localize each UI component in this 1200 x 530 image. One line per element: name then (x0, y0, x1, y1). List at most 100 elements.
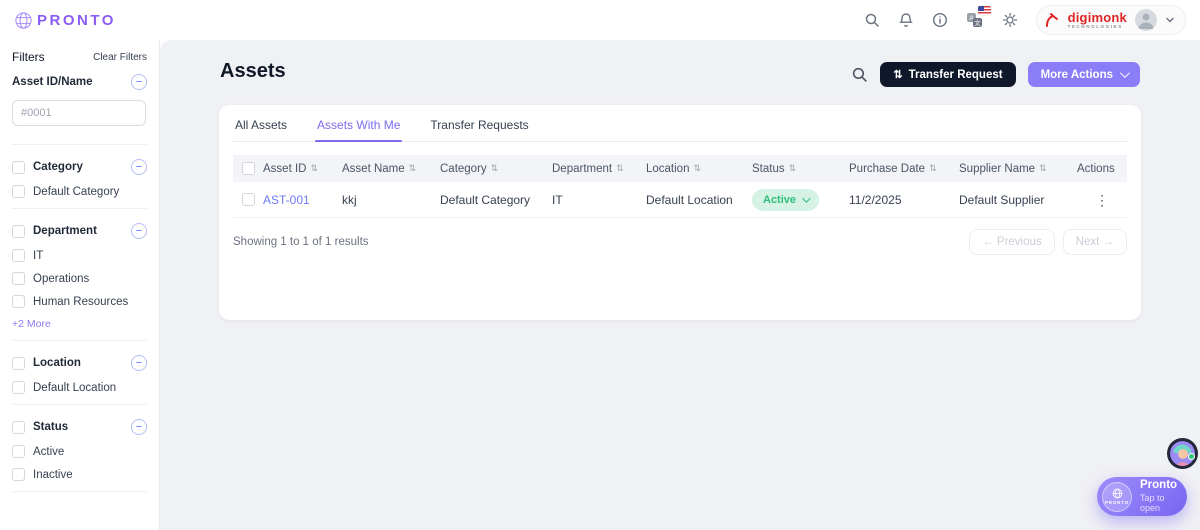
notifications-bell-icon[interactable] (898, 12, 914, 28)
option-human-resources: Human Resources (33, 296, 128, 308)
col-supplier-name[interactable]: Supplier Name⇅ (959, 163, 1077, 175)
pronto-chat-launcher[interactable]: PRONTO Pronto Tap to open (1097, 477, 1187, 516)
default-category-checkbox[interactable] (12, 185, 25, 198)
collapse-asset-filter-button[interactable]: − (131, 74, 147, 90)
svg-text:文: 文 (974, 18, 981, 27)
sort-icon[interactable]: ⇅ (409, 163, 417, 174)
category-cell: Default Category (440, 193, 552, 207)
online-status-dot (1188, 453, 1195, 460)
filters-sidebar: Filters Clear Filters Asset ID/Name − Ca… (0, 40, 160, 530)
tab-assets-with-me[interactable]: Assets With Me (315, 118, 402, 141)
page-actions: ⇅ Transfer Request More Actions (851, 62, 1140, 87)
active-checkbox[interactable] (12, 445, 25, 458)
department-checkbox[interactable] (12, 225, 25, 238)
collapse-department-button[interactable]: − (131, 223, 147, 239)
top-bar-actions: A 文 digimonk TECHNOLOGIES (864, 5, 1186, 35)
category-section-label: Category (33, 161, 83, 173)
row-actions-kebab-icon[interactable]: ⋮ (1089, 191, 1115, 209)
supplier-name-cell: Default Supplier (959, 193, 1077, 207)
tab-transfer-requests[interactable]: Transfer Requests (428, 118, 530, 141)
pronto-fab-logo: PRONTO (1102, 482, 1132, 512)
collapse-location-button[interactable]: − (131, 355, 147, 371)
results-summary: Showing 1 to 1 of 1 results (233, 236, 369, 248)
status-badge[interactable]: Active (752, 189, 819, 211)
sort-icon[interactable]: ⇅ (789, 163, 797, 174)
assets-search-icon[interactable] (851, 66, 868, 83)
asset-id-name-label: Asset ID/Name (12, 76, 93, 88)
account-menu[interactable]: digimonk TECHNOLOGIES (1036, 5, 1186, 35)
divider (12, 491, 147, 492)
department-cell: IT (552, 193, 646, 207)
select-all-checkbox[interactable] (242, 162, 255, 175)
sort-icon[interactable]: ⇅ (693, 163, 701, 174)
more-actions-button[interactable]: More Actions (1028, 62, 1140, 87)
user-avatar[interactable] (1135, 9, 1157, 31)
collapse-status-button[interactable]: − (131, 419, 147, 435)
location-checkbox[interactable] (12, 357, 25, 370)
globe-logo-icon (14, 11, 33, 30)
divider (12, 144, 147, 145)
sort-icon[interactable]: ⇅ (616, 163, 624, 174)
option-operations: Operations (33, 273, 89, 285)
col-asset-id[interactable]: Asset ID⇅ (263, 163, 342, 175)
option-default-category: Default Category (33, 186, 119, 198)
filters-title: Filters (12, 50, 45, 64)
status-checkbox[interactable] (12, 421, 25, 434)
search-icon[interactable] (864, 12, 880, 28)
purchase-date-cell: 11/2/2025 (849, 193, 959, 207)
default-location-checkbox[interactable] (12, 381, 25, 394)
previous-button[interactable]: ← Previous (969, 229, 1054, 255)
info-icon[interactable] (932, 12, 948, 28)
table-header: Asset ID⇅ Asset Name⇅ Category⇅ Departme… (233, 155, 1127, 182)
department-more-link[interactable]: +2 More (12, 318, 51, 330)
option-active: Active (33, 446, 64, 458)
assets-card: All Assets Assets With Me Transfer Reque… (219, 105, 1141, 320)
category-checkbox[interactable] (12, 161, 25, 174)
sort-icon[interactable]: ⇅ (491, 163, 499, 174)
app-logo-text: PRONTO (37, 12, 116, 29)
tab-all-assets[interactable]: All Assets (233, 118, 289, 141)
col-category[interactable]: Category⇅ (440, 163, 552, 175)
pagination: Showing 1 to 1 of 1 results ← Previous N… (233, 229, 1127, 255)
chevron-down-icon (1165, 15, 1175, 25)
chevron-down-icon (1120, 68, 1130, 78)
location-section-label: Location (33, 357, 81, 369)
option-it: IT (33, 250, 43, 262)
operations-checkbox[interactable] (12, 272, 25, 285)
human-resources-checkbox[interactable] (12, 295, 25, 308)
theme-sun-icon[interactable] (1002, 12, 1018, 28)
col-location[interactable]: Location⇅ (646, 163, 752, 175)
inactive-checkbox[interactable] (12, 468, 25, 481)
next-button[interactable]: Next → (1063, 229, 1127, 255)
col-asset-name[interactable]: Asset Name⇅ (342, 163, 440, 175)
col-department[interactable]: Department⇅ (552, 163, 646, 175)
divider (12, 208, 147, 209)
digimonk-wordmark: digimonk TECHNOLOGIES (1068, 11, 1127, 30)
chevron-down-icon (802, 194, 810, 202)
clear-filters-button[interactable]: Clear Filters (93, 52, 147, 63)
collapse-category-button[interactable]: − (131, 159, 147, 175)
sort-icon[interactable]: ⇅ (1039, 163, 1047, 174)
asset-name-cell: kkj (342, 193, 440, 207)
table-row: AST-001 kkj Default Category IT Default … (233, 182, 1127, 218)
asset-id-link[interactable]: AST-001 (263, 193, 342, 207)
location-cell: Default Location (646, 193, 752, 207)
app-logo: PRONTO (14, 11, 116, 30)
status-section-label: Status (33, 421, 68, 433)
it-checkbox[interactable] (12, 249, 25, 262)
department-section-label: Department (33, 225, 97, 237)
us-flag-badge (978, 6, 991, 15)
asset-id-name-input[interactable] (12, 100, 146, 126)
transfer-request-button[interactable]: ⇅ Transfer Request (880, 62, 1015, 87)
col-status[interactable]: Status⇅ (752, 163, 849, 175)
sort-icon[interactable]: ⇅ (310, 163, 318, 174)
sort-icon[interactable]: ⇅ (929, 163, 937, 174)
main-content: Assets ⇅ Transfer Request More Actions A… (160, 40, 1200, 530)
language-translate-icon[interactable]: A 文 (966, 12, 984, 28)
transfer-arrows-icon: ⇅ (893, 68, 902, 81)
assets-tabs: All Assets Assets With Me Transfer Reque… (233, 113, 1127, 142)
col-purchase-date[interactable]: Purchase Date⇅ (849, 163, 959, 175)
row-checkbox[interactable] (242, 193, 255, 206)
divider (12, 404, 147, 405)
divider (12, 340, 147, 341)
